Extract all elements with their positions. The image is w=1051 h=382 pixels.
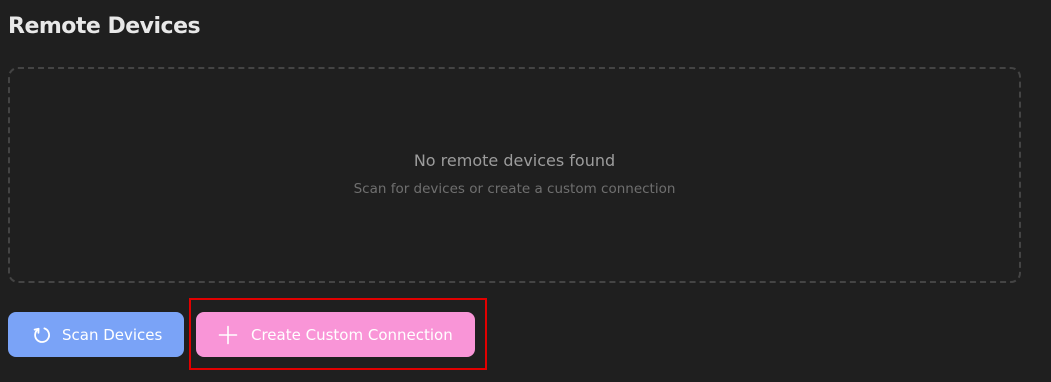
empty-state-subtitle: Scan for devices or create a custom conn… (353, 180, 676, 197)
create-custom-connection-button[interactable]: Create Custom Connection (196, 312, 475, 357)
scan-devices-label: Scan Devices (62, 325, 163, 344)
empty-state-title: No remote devices found (413, 150, 616, 170)
scan-devices-button[interactable]: Scan Devices (8, 312, 184, 357)
plus-icon (218, 325, 238, 345)
refresh-icon (32, 325, 52, 345)
page-title: Remote Devices (8, 14, 201, 39)
create-custom-connection-label: Create Custom Connection (251, 325, 453, 344)
empty-state-panel: No remote devices found Scan for devices… (8, 67, 1021, 283)
